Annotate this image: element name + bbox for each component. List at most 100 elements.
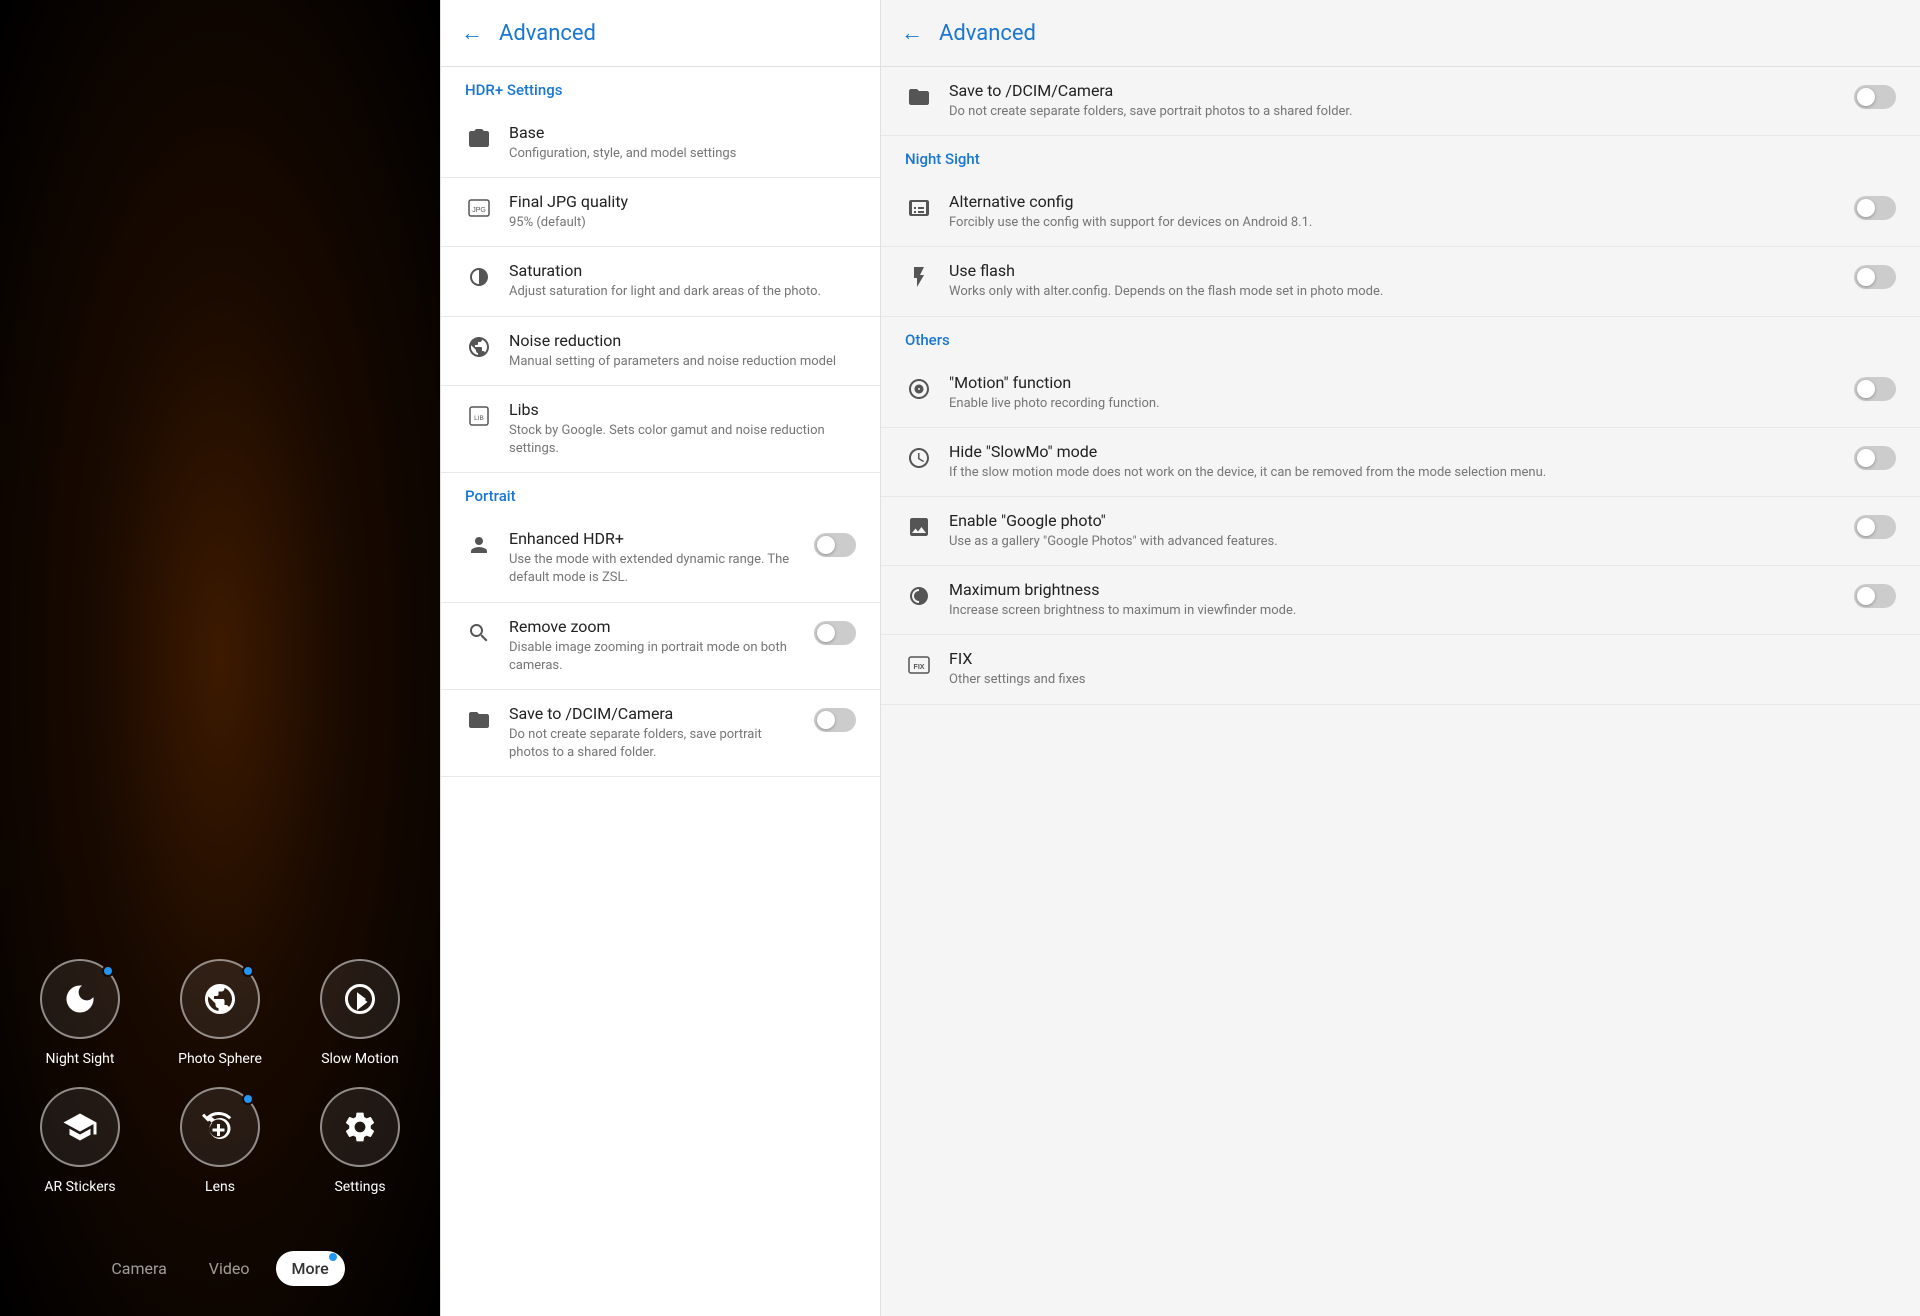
save-dcim-right-toggle-switch[interactable] <box>1854 85 1896 109</box>
save-dcim-mid-item[interactable]: Save to /DCIM/Camera Do not create separ… <box>441 690 880 777</box>
enhanced-hdr-toggle[interactable] <box>814 533 856 557</box>
hide-slowmo-text: Hide "SlowMo" mode If the slow motion mo… <box>949 442 1838 482</box>
mode-photo-sphere[interactable]: Photo Sphere <box>160 959 280 1067</box>
right-back-button[interactable]: ← <box>901 20 923 46</box>
use-flash-text: Use flash Works only with alter.config. … <box>949 261 1838 301</box>
night-sight-section-header: Night Sight <box>881 136 1920 178</box>
hide-slowmo-toggle-switch[interactable] <box>1854 446 1896 470</box>
fix-item[interactable]: FIX FIX Other settings and fixes <box>881 635 1920 704</box>
save-dcim-mid-name: Save to /DCIM/Camera <box>509 704 798 723</box>
jpg-icon: JPG <box>465 194 493 222</box>
config-icon <box>905 194 933 222</box>
max-brightness-toggle-switch[interactable] <box>1854 584 1896 608</box>
final-jpg-item[interactable]: JPG Final JPG quality 95% (default) <box>441 178 880 247</box>
photo-sphere-icon-wrap <box>180 959 260 1039</box>
moon-icon <box>62 981 98 1017</box>
final-jpg-name: Final JPG quality <box>509 192 856 211</box>
tab-camera[interactable]: Camera <box>95 1251 182 1286</box>
remove-zoom-item[interactable]: Remove zoom Disable image zooming in por… <box>441 603 880 690</box>
max-brightness-name: Maximum brightness <box>949 580 1838 599</box>
brightness-icon <box>905 582 933 610</box>
tab-more[interactable]: More <box>276 1251 345 1286</box>
motion-function-desc: Enable live photo recording function. <box>949 395 1838 413</box>
save-dcim-right-desc: Do not create separate folders, save por… <box>949 103 1838 121</box>
hide-slowmo-item[interactable]: Hide "SlowMo" mode If the slow motion mo… <box>881 428 1920 497</box>
save-dcim-mid-toggle[interactable] <box>814 708 856 732</box>
middle-back-button[interactable]: ← <box>461 20 483 46</box>
mode-settings[interactable]: Settings <box>300 1087 420 1195</box>
mode-ar-stickers[interactable]: AR Stickers <box>20 1087 140 1195</box>
max-brightness-toggle[interactable] <box>1854 584 1896 608</box>
night-sight-icon-wrap <box>40 959 120 1039</box>
use-flash-toggle[interactable] <box>1854 265 1896 289</box>
max-brightness-item[interactable]: Maximum brightness Increase screen brigh… <box>881 566 1920 635</box>
enhanced-hdr-toggle-switch[interactable] <box>814 533 856 557</box>
bottom-tabs: Camera Video More <box>0 1235 440 1316</box>
motion-function-toggle-switch[interactable] <box>1854 377 1896 401</box>
tab-video[interactable]: Video <box>193 1251 266 1286</box>
fix-desc: Other settings and fixes <box>949 671 1896 689</box>
saturation-text: Saturation Adjust saturation for light a… <box>509 261 856 301</box>
globe-icon <box>465 333 493 361</box>
motion-function-item[interactable]: "Motion" function Enable live photo reco… <box>881 359 1920 428</box>
enable-google-photo-toggle[interactable] <box>1854 515 1896 539</box>
folder-mid-icon <box>465 706 493 734</box>
hide-slowmo-desc: If the slow motion mode does not work on… <box>949 464 1838 482</box>
hide-slowmo-toggle[interactable] <box>1854 446 1896 470</box>
mode-lens[interactable]: Lens <box>160 1087 280 1195</box>
sphere-icon <box>202 981 238 1017</box>
remove-zoom-toggle-switch[interactable] <box>814 621 856 645</box>
libs-text: Libs Stock by Google. Sets color gamut a… <box>509 400 856 458</box>
zoom-icon <box>465 619 493 647</box>
libs-name: Libs <box>509 400 856 419</box>
alt-config-text: Alternative config Forcibly use the conf… <box>949 192 1838 232</box>
save-dcim-right-toggle[interactable] <box>1854 85 1896 109</box>
base-item[interactable]: Base Configuration, style, and model set… <box>441 109 880 178</box>
alt-config-item[interactable]: Alternative config Forcibly use the conf… <box>881 178 1920 247</box>
save-dcim-right-item[interactable]: Save to /DCIM/Camera Do not create separ… <box>881 67 1920 136</box>
mode-slow-motion[interactable]: Slow Motion <box>300 959 420 1067</box>
ar-icon <box>62 1109 98 1145</box>
remove-zoom-name: Remove zoom <box>509 617 798 636</box>
use-flash-toggle-switch[interactable] <box>1854 265 1896 289</box>
alt-config-toggle[interactable] <box>1854 196 1896 220</box>
enhanced-hdr-desc: Use the mode with extended dynamic range… <box>509 551 798 587</box>
enhanced-hdr-item[interactable]: Enhanced HDR+ Use the mode with extended… <box>441 515 880 602</box>
libs-item[interactable]: LIB Libs Stock by Google. Sets color gam… <box>441 386 880 473</box>
max-brightness-text: Maximum brightness Increase screen brigh… <box>949 580 1838 620</box>
base-name: Base <box>509 123 856 142</box>
fix-icon: FIX <box>905 651 933 679</box>
remove-zoom-toggle[interactable] <box>814 621 856 645</box>
enable-google-photo-toggle-switch[interactable] <box>1854 515 1896 539</box>
motion-function-toggle[interactable] <box>1854 377 1896 401</box>
settings-label: Settings <box>334 1179 385 1195</box>
remove-zoom-text: Remove zoom Disable image zooming in por… <box>509 617 798 675</box>
hide-slowmo-name: Hide "SlowMo" mode <box>949 442 1838 461</box>
alt-config-desc: Forcibly use the config with support for… <box>949 214 1838 232</box>
enhanced-hdr-text: Enhanced HDR+ Use the mode with extended… <box>509 529 798 587</box>
hdr-section-header: HDR+ Settings <box>441 67 880 109</box>
noise-reduction-item[interactable]: Noise reduction Manual setting of parame… <box>441 317 880 386</box>
base-desc: Configuration, style, and model settings <box>509 145 856 163</box>
alt-config-toggle-switch[interactable] <box>1854 196 1896 220</box>
enable-google-photo-item[interactable]: Enable "Google photo" Use as a gallery "… <box>881 497 1920 566</box>
alt-config-name: Alternative config <box>949 192 1838 211</box>
save-dcim-mid-toggle-switch[interactable] <box>814 708 856 732</box>
max-brightness-desc: Increase screen brightness to maximum in… <box>949 602 1838 620</box>
saturation-item[interactable]: Saturation Adjust saturation for light a… <box>441 247 880 316</box>
noise-reduction-name: Noise reduction <box>509 331 856 350</box>
mode-grid: Night Sight Photo Sphere Slow Motion <box>0 939 440 1215</box>
photo-icon <box>905 513 933 541</box>
middle-advanced-panel: ← Advanced HDR+ Settings Base Configurat… <box>440 0 880 1316</box>
base-text: Base Configuration, style, and model set… <box>509 123 856 163</box>
flash-icon <box>905 263 933 291</box>
use-flash-item[interactable]: Use flash Works only with alter.config. … <box>881 247 1920 316</box>
libs-icon: LIB <box>465 402 493 430</box>
folder-right-icon <box>905 83 933 111</box>
save-dcim-mid-text: Save to /DCIM/Camera Do not create separ… <box>509 704 798 762</box>
mode-night-sight[interactable]: Night Sight <box>20 959 140 1067</box>
noise-reduction-desc: Manual setting of parameters and noise r… <box>509 353 856 371</box>
portrait-section-header: Portrait <box>441 473 880 515</box>
slow-motion-icon-wrap <box>320 959 400 1039</box>
night-sight-label: Night Sight <box>46 1051 115 1067</box>
